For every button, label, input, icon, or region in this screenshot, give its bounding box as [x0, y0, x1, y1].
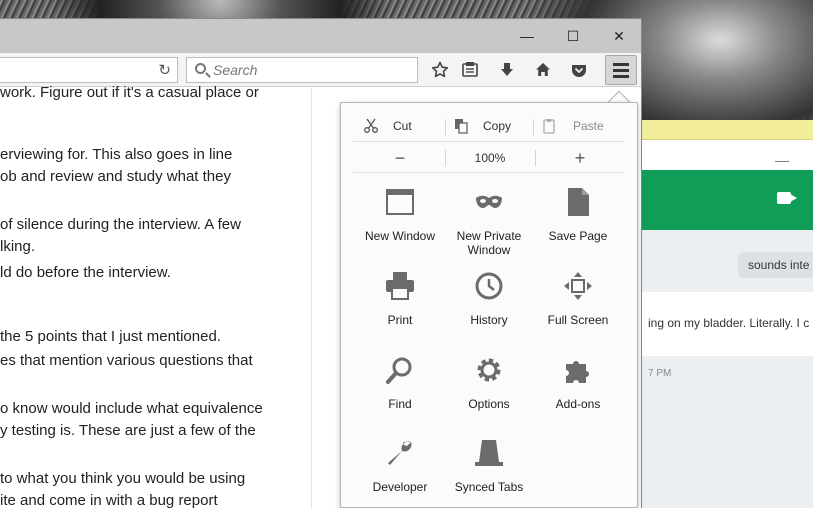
page-text-line: of silence during the interview. A few — [0, 216, 241, 233]
copy-button[interactable]: Copy — [453, 111, 511, 141]
search-input[interactable] — [213, 61, 403, 79]
cut-label: Cut — [393, 119, 412, 133]
new-private-window-button[interactable]: New Private Window — [444, 187, 534, 259]
find-label: Find — [388, 397, 412, 411]
zoom-reset-button[interactable]: 100% — [445, 144, 535, 172]
chat-bubble-incoming-text: ing on my bladder. Literally. I c — [648, 316, 810, 330]
search-bar[interactable] — [186, 57, 418, 83]
copy-label: Copy — [483, 119, 512, 133]
title-bar: — ☐ ✕ — [0, 19, 641, 53]
chat-bubble-incoming: ing on my bladder. Literally. I c — [640, 292, 813, 356]
page-text-line: ob and review and study what they — [0, 168, 231, 185]
printer-icon — [386, 272, 414, 300]
page-text-line: ld do before the interview. — [0, 264, 171, 281]
new-window-icon — [386, 189, 414, 215]
page-text-line: o know would include what equivalence — [0, 400, 263, 417]
synced-tabs-icon — [475, 440, 503, 466]
zoom-controls: − 100% + — [355, 144, 625, 172]
page-text-line: the 5 points that I just mentioned. — [0, 328, 221, 345]
zoom-in-button[interactable]: + — [535, 144, 625, 172]
chat-title-row: — — [640, 140, 813, 170]
menu-divider — [353, 172, 625, 173]
firefox-menu-panel: Cut Copy Paste − 100% + New Window New P… — [340, 102, 638, 508]
scissors-icon — [364, 118, 378, 133]
zoom-out-button[interactable]: − — [355, 144, 445, 172]
chat-timestamp: 7 PM — [648, 368, 672, 379]
reload-icon[interactable]: ↻ — [158, 61, 171, 79]
page-content: work. Figure out if it's a casual place … — [0, 84, 312, 508]
chat-header — [640, 170, 813, 230]
chat-messages: sounds inte ing on my bladder. Literally… — [640, 230, 813, 508]
edit-controls: Cut Copy Paste — [355, 111, 625, 141]
paste-label: Paste — [573, 119, 604, 133]
download-icon[interactable] — [495, 59, 519, 81]
options-button[interactable]: Options — [444, 355, 534, 427]
gear-icon — [477, 358, 501, 382]
cut-button[interactable]: Cut — [363, 111, 412, 141]
background-yellow-bar — [640, 120, 813, 140]
add-ons-label: Add-ons — [555, 397, 601, 411]
chat-minimize-button[interactable]: — — [775, 152, 789, 168]
page-text-line: es that mention various questions that — [0, 352, 253, 369]
page-text-line: lking. — [0, 238, 36, 255]
new-window-label: New Window — [364, 229, 436, 243]
pocket-icon[interactable] — [567, 59, 591, 81]
save-page-button[interactable]: Save Page — [533, 187, 623, 259]
find-button[interactable]: Find — [355, 355, 445, 427]
paste-button[interactable]: Paste — [541, 111, 604, 141]
history-button[interactable]: History — [444, 271, 534, 343]
print-button[interactable]: Print — [355, 271, 445, 343]
close-button[interactable]: ✕ — [596, 19, 641, 53]
search-icon — [195, 63, 206, 74]
options-label: Options — [468, 397, 510, 411]
page-text-line: ite and come in with a bug report — [0, 492, 218, 508]
print-label: Print — [387, 313, 413, 327]
full-screen-icon — [564, 272, 592, 300]
menu-divider — [353, 141, 625, 142]
reading-list-icon[interactable] — [458, 59, 482, 81]
full-screen-button[interactable]: Full Screen — [533, 271, 623, 343]
page-text-line: y testing is. These are just a few of th… — [0, 422, 256, 439]
clock-icon — [475, 272, 503, 300]
history-label: History — [470, 313, 508, 327]
url-bar[interactable]: ↻ — [0, 57, 178, 83]
wrench-icon — [388, 441, 412, 465]
puzzle-icon — [566, 361, 589, 383]
page-text-line: to what you think you would be using — [0, 470, 246, 487]
home-icon[interactable] — [531, 59, 555, 81]
edit-separator — [445, 119, 446, 135]
full-screen-label: Full Screen — [547, 313, 609, 327]
clipboard-icon — [543, 119, 555, 134]
save-page-label: Save Page — [548, 229, 608, 243]
new-window-button[interactable]: New Window — [355, 187, 445, 259]
copy-icon — [455, 119, 468, 134]
private-mask-icon — [476, 195, 502, 208]
star-icon[interactable] — [428, 59, 452, 81]
new-private-window-label: New Private Window — [456, 229, 522, 257]
magnifier-icon — [386, 357, 412, 384]
developer-label: Developer — [372, 480, 428, 494]
chat-bubble-outgoing: sounds inte — [738, 252, 813, 278]
developer-button[interactable]: Developer — [355, 438, 445, 508]
navigation-toolbar: ↻ — [0, 53, 641, 87]
hamburger-menu-icon[interactable] — [605, 55, 637, 85]
minimize-button[interactable]: — — [504, 19, 550, 53]
save-page-icon — [568, 188, 589, 216]
page-text-line: erviewing for. This also goes in line — [0, 146, 233, 163]
background-chat-window[interactable]: — sounds inte ing on my bladder. Literal… — [640, 120, 813, 508]
synced-tabs-label: Synced Tabs — [454, 480, 524, 494]
maximize-button[interactable]: ☐ — [550, 19, 596, 53]
synced-tabs-button[interactable]: Synced Tabs — [444, 438, 534, 508]
video-call-icon[interactable] — [777, 192, 797, 204]
edit-separator — [533, 119, 534, 135]
add-ons-button[interactable]: Add-ons — [533, 355, 623, 427]
page-text-line: work. Figure out if it's a casual place … — [0, 84, 259, 101]
